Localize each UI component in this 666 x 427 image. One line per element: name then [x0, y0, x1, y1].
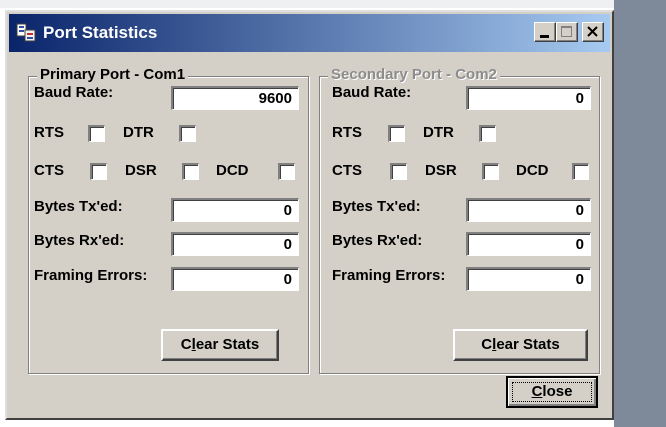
- primary-dtr-label: DTR: [123, 124, 154, 141]
- primary-dtr-checkbox[interactable]: [179, 125, 196, 142]
- secondary-bytes-rx-field[interactable]: 0: [466, 232, 591, 256]
- maximize-button[interactable]: [556, 22, 578, 42]
- secondary-dcd-label: DCD: [516, 162, 549, 179]
- secondary-clear-stats-label-prefix: C: [481, 336, 493, 353]
- primary-framing-errors-label: Framing Errors:: [34, 267, 148, 284]
- secondary-cts-label: CTS: [332, 162, 362, 179]
- primary-dsr-label: DSR: [125, 162, 157, 179]
- secondary-baud-rate-label: Baud Rate:: [332, 84, 412, 101]
- port-stats-icon: [15, 20, 39, 44]
- secondary-rts-label: RTS: [332, 124, 362, 141]
- primary-dcd-label: DCD: [216, 162, 249, 179]
- secondary-rts-checkbox[interactable]: [388, 125, 405, 142]
- primary-framing-errors-field[interactable]: 0: [171, 267, 299, 291]
- secondary-framing-errors-label: Framing Errors:: [332, 267, 446, 284]
- primary-rts-checkbox[interactable]: [88, 125, 105, 142]
- secondary-baud-rate-field[interactable]: 0: [466, 86, 591, 110]
- primary-cts-checkbox[interactable]: [90, 163, 107, 180]
- close-button[interactable]: Close: [506, 376, 598, 408]
- primary-cts-label: CTS: [34, 162, 64, 179]
- desktop-background: [614, 0, 666, 427]
- primary-port-group-label: Primary Port - Com1: [37, 66, 189, 83]
- secondary-cts-checkbox[interactable]: [390, 163, 407, 180]
- primary-baud-rate-label: Baud Rate:: [34, 84, 114, 101]
- primary-rts-label: RTS: [34, 124, 64, 141]
- secondary-dtr-label: DTR: [423, 124, 454, 141]
- secondary-dcd-checkbox[interactable]: [572, 163, 589, 180]
- secondary-port-group: Secondary Port - Com2 Baud Rate: 0 RTS D…: [319, 66, 600, 374]
- secondary-framing-errors-field[interactable]: 0: [466, 267, 591, 291]
- close-window-button[interactable]: [582, 22, 604, 42]
- primary-dsr-checkbox[interactable]: [182, 163, 199, 180]
- port-statistics-dialog: Port Statistics Primary Port - Com1 Baud…: [5, 10, 614, 420]
- title-bar[interactable]: Port Statistics: [9, 14, 610, 52]
- primary-bytes-tx-field[interactable]: 0: [171, 198, 299, 222]
- secondary-dsr-label: DSR: [425, 162, 457, 179]
- window-title: Port Statistics: [43, 23, 158, 42]
- primary-bytes-rx-field[interactable]: 0: [171, 232, 299, 256]
- secondary-dsr-checkbox[interactable]: [482, 163, 499, 180]
- primary-bytes-rx-label: Bytes Rx'ed:: [34, 232, 125, 249]
- secondary-port-group-label: Secondary Port - Com2: [328, 66, 500, 83]
- primary-dcd-checkbox[interactable]: [278, 163, 295, 180]
- secondary-clear-stats-label-suffix: ear Stats: [496, 336, 560, 353]
- maximize-icon: [561, 26, 572, 37]
- minimize-icon: [540, 35, 549, 38]
- focus-rectangle: [512, 382, 592, 402]
- minimize-button[interactable]: [534, 22, 556, 42]
- primary-clear-stats-button[interactable]: Clear Stats: [161, 329, 279, 361]
- secondary-bytes-tx-label: Bytes Tx'ed:: [332, 198, 421, 215]
- secondary-bytes-tx-field[interactable]: 0: [466, 198, 591, 222]
- close-icon: [587, 26, 598, 37]
- secondary-clear-stats-button[interactable]: Clear Stats: [453, 329, 588, 361]
- secondary-dtr-checkbox[interactable]: [479, 125, 496, 142]
- primary-baud-rate-field[interactable]: 9600: [171, 86, 299, 110]
- primary-clear-stats-label-prefix: C: [180, 336, 192, 353]
- background-top-edge: [0, 0, 614, 8]
- primary-clear-stats-label-suffix: ear Stats: [195, 336, 260, 353]
- primary-port-group: Primary Port - Com1 Baud Rate: 9600 RTS …: [28, 66, 309, 374]
- primary-bytes-tx-label: Bytes Tx'ed:: [34, 198, 123, 215]
- secondary-bytes-rx-label: Bytes Rx'ed:: [332, 232, 423, 249]
